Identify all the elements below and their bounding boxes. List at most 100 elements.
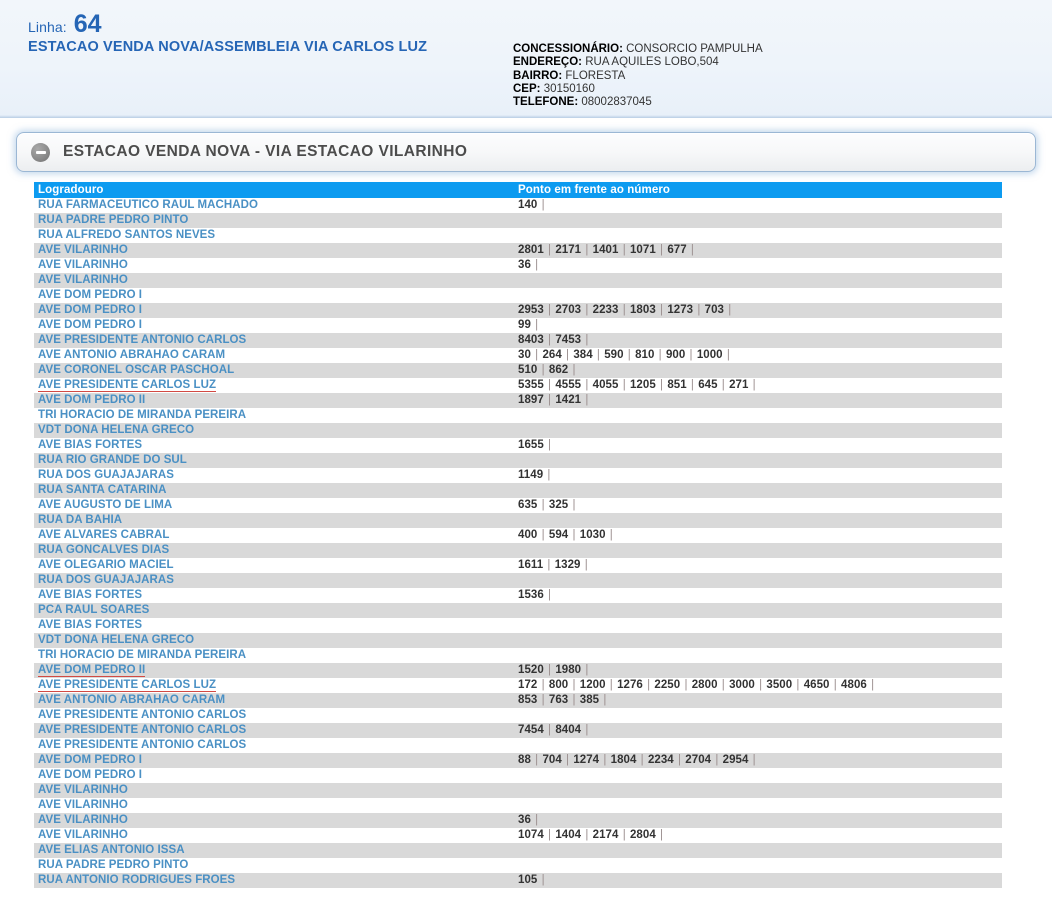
table-row[interactable]: RUA DOS GUAJAJARAS [34, 573, 1002, 588]
table-row[interactable]: AVE DOM PEDRO I [34, 768, 1002, 783]
number-separator: | [569, 529, 579, 541]
cell-logradouro: AVE DOM PEDRO I [34, 318, 514, 333]
table-row[interactable]: AVE BIAS FORTES [34, 618, 1002, 633]
stop-number: 36 [518, 814, 531, 826]
number-separator: | [619, 244, 629, 256]
table-header-row: Logradouro Ponto em frente ao número [34, 182, 1002, 198]
cell-ponto-numero [514, 648, 1002, 663]
stop-number: 1276 [617, 679, 643, 691]
cell-ponto-numero [514, 453, 1002, 468]
number-separator: | [749, 754, 756, 766]
stop-number: 271 [729, 379, 749, 391]
table-row[interactable]: RUA SANTA CATARINA [34, 483, 1002, 498]
stop-number: 594 [548, 529, 569, 541]
table-row[interactable]: RUA PADRE PEDRO PINTO [34, 858, 1002, 873]
table-row[interactable]: AVE ELIAS ANTONIO ISSA [34, 843, 1002, 858]
cell-ponto-numero: 1536 | [514, 588, 1002, 603]
stop-number: 851 [667, 379, 687, 391]
table-row[interactable]: AVE PRESIDENTE ANTONIO CARLOS 7454 | 8404… [34, 723, 1002, 738]
table-row[interactable]: AVE CORONEL OSCAR PASCHOAL 510 | 862 | [34, 363, 1002, 378]
cell-logradouro: AVE PRESIDENTE ANTONIO CARLOS [34, 708, 514, 723]
table-row[interactable]: TRI HORACIO DE MIRANDA PEREIRA [34, 408, 1002, 423]
table-row[interactable]: VDT DONA HELENA GRECO [34, 423, 1002, 438]
number-separator: | [544, 829, 555, 841]
route-panel: ESTACAO VENDA NOVA - VIA ESTACAO VILARIN… [16, 132, 1036, 172]
number-separator: | [582, 394, 589, 406]
table-row[interactable]: AVE VILARINHO 1074 | 1404 | 2174 | 2804 | [34, 828, 1002, 843]
column-header-ponto[interactable]: Ponto em frente ao número [514, 182, 1002, 198]
table-row[interactable]: AVE VILARINHO [34, 783, 1002, 798]
minus-circle-icon[interactable] [31, 142, 50, 162]
route-panel-header[interactable]: ESTACAO VENDA NOVA - VIA ESTACAO VILARIN… [16, 132, 1036, 172]
table-row[interactable]: AVE PRESIDENTE ANTONIO CARLOS [34, 738, 1002, 753]
table-row[interactable]: AVE DOM PEDRO I 88 | 704 | 1274 | 1804 | … [34, 753, 1002, 768]
number-separator: | [687, 379, 698, 391]
number-separator: | [619, 379, 629, 391]
table-row[interactable]: RUA DOS GUAJAJARAS 1149 | [34, 468, 1002, 483]
table-row[interactable]: AVE OLEGARIO MACIEL 1611 | 1329 | [34, 558, 1002, 573]
table-row[interactable]: AVE PRESIDENTE CARLOS LUZ 5355 | 4555 | 4… [34, 378, 1002, 393]
table-row[interactable]: AVE BIAS FORTES 1655 | [34, 438, 1002, 453]
table-row[interactable]: RUA FARMACEUTICO RAUL MACHADO 140 | [34, 198, 1002, 213]
table-row[interactable]: RUA ANTONIO RODRIGUES FROES 105 | [34, 873, 1002, 888]
table-row[interactable]: AVE DOM PEDRO I [34, 288, 1002, 303]
table-row[interactable]: PCA RAUL SOARES [34, 603, 1002, 618]
cell-ponto-numero [514, 843, 1002, 858]
stop-number: 5355 [518, 379, 544, 391]
concessionaire-info: CONCESSIONÁRIO: CONSORCIO PAMPULHA ENDER… [513, 43, 763, 109]
table-row[interactable]: RUA GONCALVES DIAS [34, 543, 1002, 558]
stop-number: 3500 [766, 679, 793, 691]
cell-logradouro: AVE PRESIDENTE ANTONIO CARLOS [34, 333, 514, 348]
neighborhood-key: BAIRRO: [513, 69, 563, 82]
table-row[interactable]: AVE DOM PEDRO I 99 | [34, 318, 1002, 333]
cell-logradouro: AVE BIAS FORTES [34, 438, 514, 453]
cell-ponto-numero [514, 273, 1002, 288]
table-row[interactable]: RUA ALFREDO SANTOS NEVES [34, 228, 1002, 243]
table-row[interactable]: AVE PRESIDENTE ANTONIO CARLOS 8403 | 7453… [34, 333, 1002, 348]
number-separator: | [531, 259, 539, 271]
table-row[interactable]: RUA PADRE PEDRO PINTO [34, 213, 1002, 228]
cell-ponto-numero [514, 573, 1002, 588]
stop-number: 900 [665, 349, 686, 361]
table-row[interactable]: AVE DOM PEDRO II 1520 | 1980 | [34, 663, 1002, 678]
table-row[interactable]: AVE AUGUSTO DE LIMA 635 | 325 | [34, 498, 1002, 513]
stop-number: 677 [667, 244, 687, 256]
line-name: ESTACAO VENDA NOVA/ASSEMBLEIA VIA CARLOS… [28, 39, 428, 55]
table-row[interactable]: AVE PRESIDENTE CARLOS LUZ 172 | 800 | 120… [34, 678, 1002, 693]
cell-logradouro: RUA FARMACEUTICO RAUL MACHADO [34, 198, 514, 213]
cell-logradouro: AVE VILARINHO [34, 273, 514, 288]
table-row[interactable]: AVE BIAS FORTES 1536 | [34, 588, 1002, 603]
table-row[interactable]: AVE VILARINHO [34, 273, 1002, 288]
table-row[interactable]: AVE PRESIDENTE ANTONIO CARLOS [34, 708, 1002, 723]
number-separator: | [624, 349, 635, 361]
number-separator: | [538, 364, 548, 376]
stop-number: 1611 [518, 559, 544, 571]
stop-number: 4806 [841, 679, 867, 691]
stop-number: 635 [518, 499, 538, 511]
cell-logradouro: TRI HORACIO DE MIRANDA PEREIRA [34, 408, 514, 423]
table-row[interactable]: AVE DOM PEDRO I 2953 | 2703 | 2233 | 1803… [34, 303, 1002, 318]
table-row[interactable]: AVE ANTONIO ABRAHAO CARAM 853 | 763 | 385… [34, 693, 1002, 708]
table-row[interactable]: AVE VILARINHO 36 | [34, 813, 1002, 828]
table-row[interactable]: VDT DONA HELENA GRECO [34, 633, 1002, 648]
table-row[interactable]: AVE ANTONIO ABRAHAO CARAM 30 | 264 | 384 … [34, 348, 1002, 363]
number-separator: | [544, 334, 555, 346]
cell-ponto-numero [514, 783, 1002, 798]
table-row[interactable]: AVE VILARINHO [34, 798, 1002, 813]
stops-table-area: Logradouro Ponto em frente ao número RUA… [34, 182, 1002, 888]
table-row[interactable]: RUA DA BAHIA [34, 513, 1002, 528]
cell-ponto-numero [514, 858, 1002, 873]
table-row[interactable]: AVE VILARINHO 36 | [34, 258, 1002, 273]
table-row[interactable]: AVE VILARINHO 2801 | 2171 | 1401 | 1071 |… [34, 243, 1002, 258]
table-row[interactable]: AVE ALVARES CABRAL 400 | 594 | 1030 | [34, 528, 1002, 543]
cell-ponto-numero: 853 | 763 | 385 | [514, 693, 1002, 708]
table-row[interactable]: RUA RIO GRANDE DO SUL [34, 453, 1002, 468]
concessionaire-key: CONCESSIONÁRIO: [513, 43, 623, 55]
number-separator: | [538, 199, 545, 211]
table-row[interactable]: AVE DOM PEDRO II 1897 | 1421 | [34, 393, 1002, 408]
column-header-logradouro[interactable]: Logradouro [34, 182, 514, 198]
stop-number: 1074 [518, 829, 544, 841]
table-row[interactable]: TRI HORACIO DE MIRANDA PEREIRA [34, 648, 1002, 663]
cell-logradouro: AVE BIAS FORTES [34, 618, 514, 633]
stop-number: 810 [635, 349, 655, 361]
